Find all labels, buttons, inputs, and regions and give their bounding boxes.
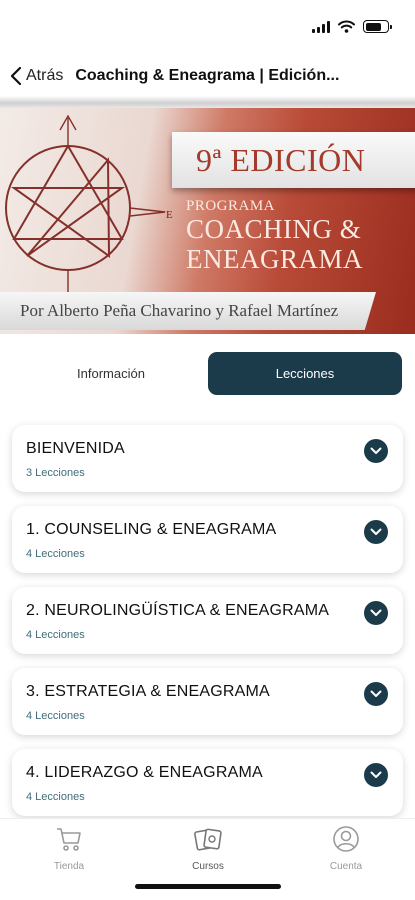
lesson-card[interactable]: 4. LIDERAZGO & ENEAGRAMA 4 Lecciones — [12, 749, 403, 816]
back-label: Atrás — [26, 67, 64, 84]
chevron-left-icon — [10, 66, 22, 86]
lesson-title: 1. COUNSELING & ENEAGRAMA — [26, 521, 277, 538]
lesson-title: 4. LIDERAZGO & ENEAGRAMA — [26, 764, 263, 781]
lesson-count: 4 Lecciones — [26, 629, 85, 641]
program-title-line1: COACHING & — [186, 214, 362, 244]
lesson-card[interactable]: 3. ESTRATEGIA & ENEAGRAMA 4 Lecciones — [12, 668, 403, 735]
program-label: PROGRAMA — [186, 198, 276, 214]
tab-label: Cuenta — [329, 861, 363, 872]
chevron-down-icon — [370, 528, 382, 535]
cart-icon — [57, 828, 81, 851]
lesson-title: BIENVENIDA — [26, 440, 125, 457]
tab-lecciones[interactable]: Lecciones — [208, 352, 402, 395]
compass-letter: E — [166, 209, 173, 221]
lesson-title: 3. ESTRATEGIA & ENEAGRAMA — [26, 683, 270, 700]
tab-cuenta[interactable]: Cuenta — [296, 825, 396, 872]
expand-button[interactable] — [364, 763, 388, 787]
program-title-line2: ENEAGRAMA — [186, 244, 363, 274]
tab-tienda[interactable]: Tienda — [19, 825, 119, 872]
back-button[interactable]: Atrás — [10, 66, 63, 86]
author-strip: Por Alberto Peña Chavarino y Rafael Mart… — [0, 292, 376, 330]
expand-button[interactable] — [364, 601, 388, 625]
expand-button[interactable] — [364, 439, 388, 463]
tab-informacion[interactable]: Información — [14, 352, 208, 395]
enneagram-symbol-icon: E — [5, 114, 173, 294]
segment-control: Información Lecciones — [14, 352, 402, 395]
header-divider — [0, 96, 415, 108]
tab-label: Cursos — [192, 861, 224, 872]
lesson-card[interactable]: 1. COUNSELING & ENEAGRAMA 4 Lecciones — [12, 506, 403, 573]
lesson-card[interactable]: 2. NEUROLINGÜÍSTICA & ENEAGRAMA 4 Leccio… — [12, 587, 403, 654]
lesson-count: 4 Lecciones — [26, 791, 85, 803]
chevron-down-icon — [370, 690, 382, 697]
page-title: Coaching & Eneagrama | Edición... — [75, 67, 340, 84]
lesson-title: 2. NEUROLINGÜÍSTICA & ENEAGRAMA — [26, 602, 330, 619]
edition-text: 9ª EDICIÓN — [196, 141, 366, 178]
wifi-icon — [338, 20, 355, 33]
expand-button[interactable] — [364, 682, 388, 706]
chevron-down-icon — [370, 771, 382, 778]
status-icons — [312, 20, 392, 33]
user-circle-icon — [333, 826, 359, 852]
cellular-signal-icon — [312, 20, 330, 33]
expand-button[interactable] — [364, 520, 388, 544]
battery-icon — [363, 20, 392, 33]
course-banner: E 9ª EDICIÓN PROGRAMA COACHING & ENEAGRA… — [0, 108, 415, 334]
chevron-down-icon — [370, 609, 382, 616]
chevron-down-icon — [370, 447, 382, 454]
edition-badge: 9ª EDICIÓN — [172, 132, 415, 188]
lesson-count: 4 Lecciones — [26, 548, 85, 560]
lesson-list: BIENVENIDA 3 Lecciones 1. COUNSELING & E… — [12, 425, 403, 830]
navigation-bar: Atrás Coaching & Eneagrama | Edición... — [0, 56, 415, 96]
status-bar — [0, 0, 415, 56]
home-indicator — [135, 884, 281, 889]
tab-label: Tienda — [53, 861, 85, 872]
cards-icon — [194, 828, 222, 851]
lesson-count: 3 Lecciones — [26, 467, 85, 479]
lesson-card[interactable]: BIENVENIDA 3 Lecciones — [12, 425, 403, 492]
lesson-count: 4 Lecciones — [26, 710, 85, 722]
tab-cursos[interactable]: Cursos — [158, 825, 258, 872]
author-text: Por Alberto Peña Chavarino y Rafael Mart… — [20, 301, 339, 320]
